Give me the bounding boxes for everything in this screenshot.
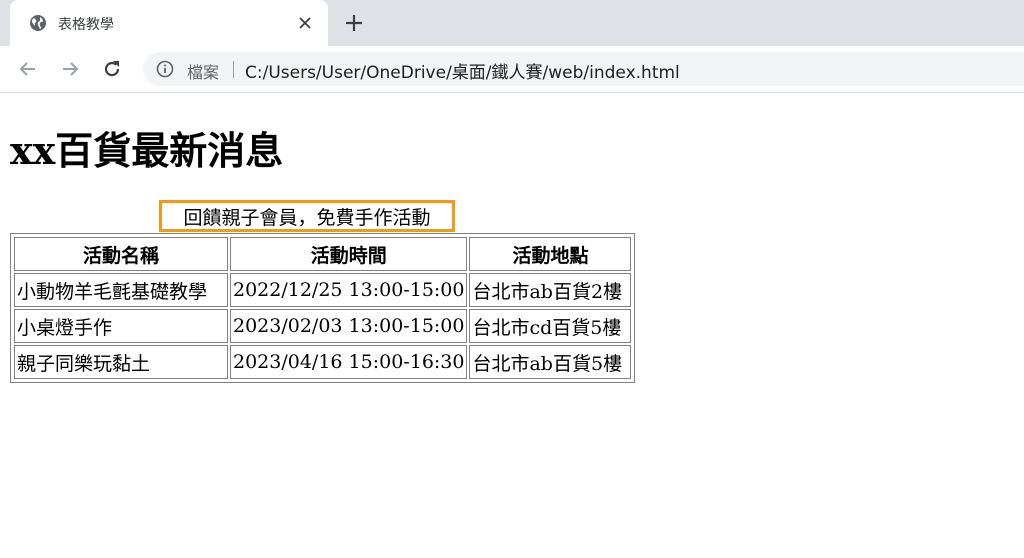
- table-header-row: 活動名稱 活動時間 活動地點: [14, 237, 632, 271]
- table-row: 小桌燈手作 2023/02/03 13:00-15:00 台北市cd百貨5樓: [14, 309, 632, 343]
- table-row: 親子同樂玩黏土 2023/04/16 15:00-16:30 台北市ab百貨5樓: [14, 345, 632, 379]
- cell-event-name: 親子同樂玩黏土: [14, 345, 228, 379]
- plus-icon[interactable]: [340, 9, 368, 37]
- page-title: xx百貨最新消息: [10, 128, 284, 173]
- cell-event-location: 台北市cd百貨5樓: [469, 309, 632, 343]
- header-event-name: 活動名稱: [14, 237, 228, 271]
- info-icon[interactable]: [156, 60, 174, 78]
- browser-toolbar: 檔案 C:/Users/User/OneDrive/桌面/鐵人賽/web/ind…: [0, 46, 1024, 93]
- omnibox-file-label: 檔案: [187, 63, 220, 82]
- table-caption: 回饋親子會員，免費手作活動: [159, 200, 455, 232]
- omnibox-separator: [233, 61, 234, 78]
- close-icon[interactable]: [294, 12, 316, 34]
- events-table: 活動名稱 活動時間 活動地點 小動物羊毛氈基礎教學 2022/12/25 13:…: [12, 235, 633, 381]
- header-event-location: 活動地點: [469, 237, 632, 271]
- address-bar[interactable]: 檔案 C:/Users/User/OneDrive/桌面/鐵人賽/web/ind…: [143, 52, 1024, 86]
- cell-event-location: 台北市ab百貨5樓: [469, 345, 632, 379]
- cell-event-name: 小桌燈手作: [14, 309, 228, 343]
- tab-title: 表格教學: [58, 17, 114, 33]
- active-tab[interactable]: 表格教學: [10, 0, 328, 46]
- back-arrow-icon[interactable]: [14, 55, 42, 83]
- globe-icon: [28, 13, 48, 33]
- header-event-time: 活動時間: [230, 237, 468, 271]
- forward-arrow-icon[interactable]: [56, 55, 84, 83]
- cell-event-time: 2022/12/25 13:00-15:00: [230, 273, 468, 307]
- events-table-border: 活動名稱 活動時間 活動地點 小動物羊毛氈基礎教學 2022/12/25 13:…: [10, 233, 636, 383]
- cell-event-time: 2023/02/03 13:00-15:00: [230, 309, 468, 343]
- tab-strip: 表格教學: [0, 0, 1024, 46]
- url-text[interactable]: C:/Users/User/OneDrive/桌面/鐵人賽/web/index.…: [245, 58, 680, 83]
- cell-event-name: 小動物羊毛氈基礎教學: [14, 273, 228, 307]
- reload-icon[interactable]: [98, 55, 126, 83]
- table-row: 小動物羊毛氈基礎教學 2022/12/25 13:00-15:00 台北市ab百…: [14, 273, 632, 307]
- cell-event-location: 台北市ab百貨2樓: [469, 273, 632, 307]
- cell-event-time: 2023/04/16 15:00-16:30: [230, 345, 468, 379]
